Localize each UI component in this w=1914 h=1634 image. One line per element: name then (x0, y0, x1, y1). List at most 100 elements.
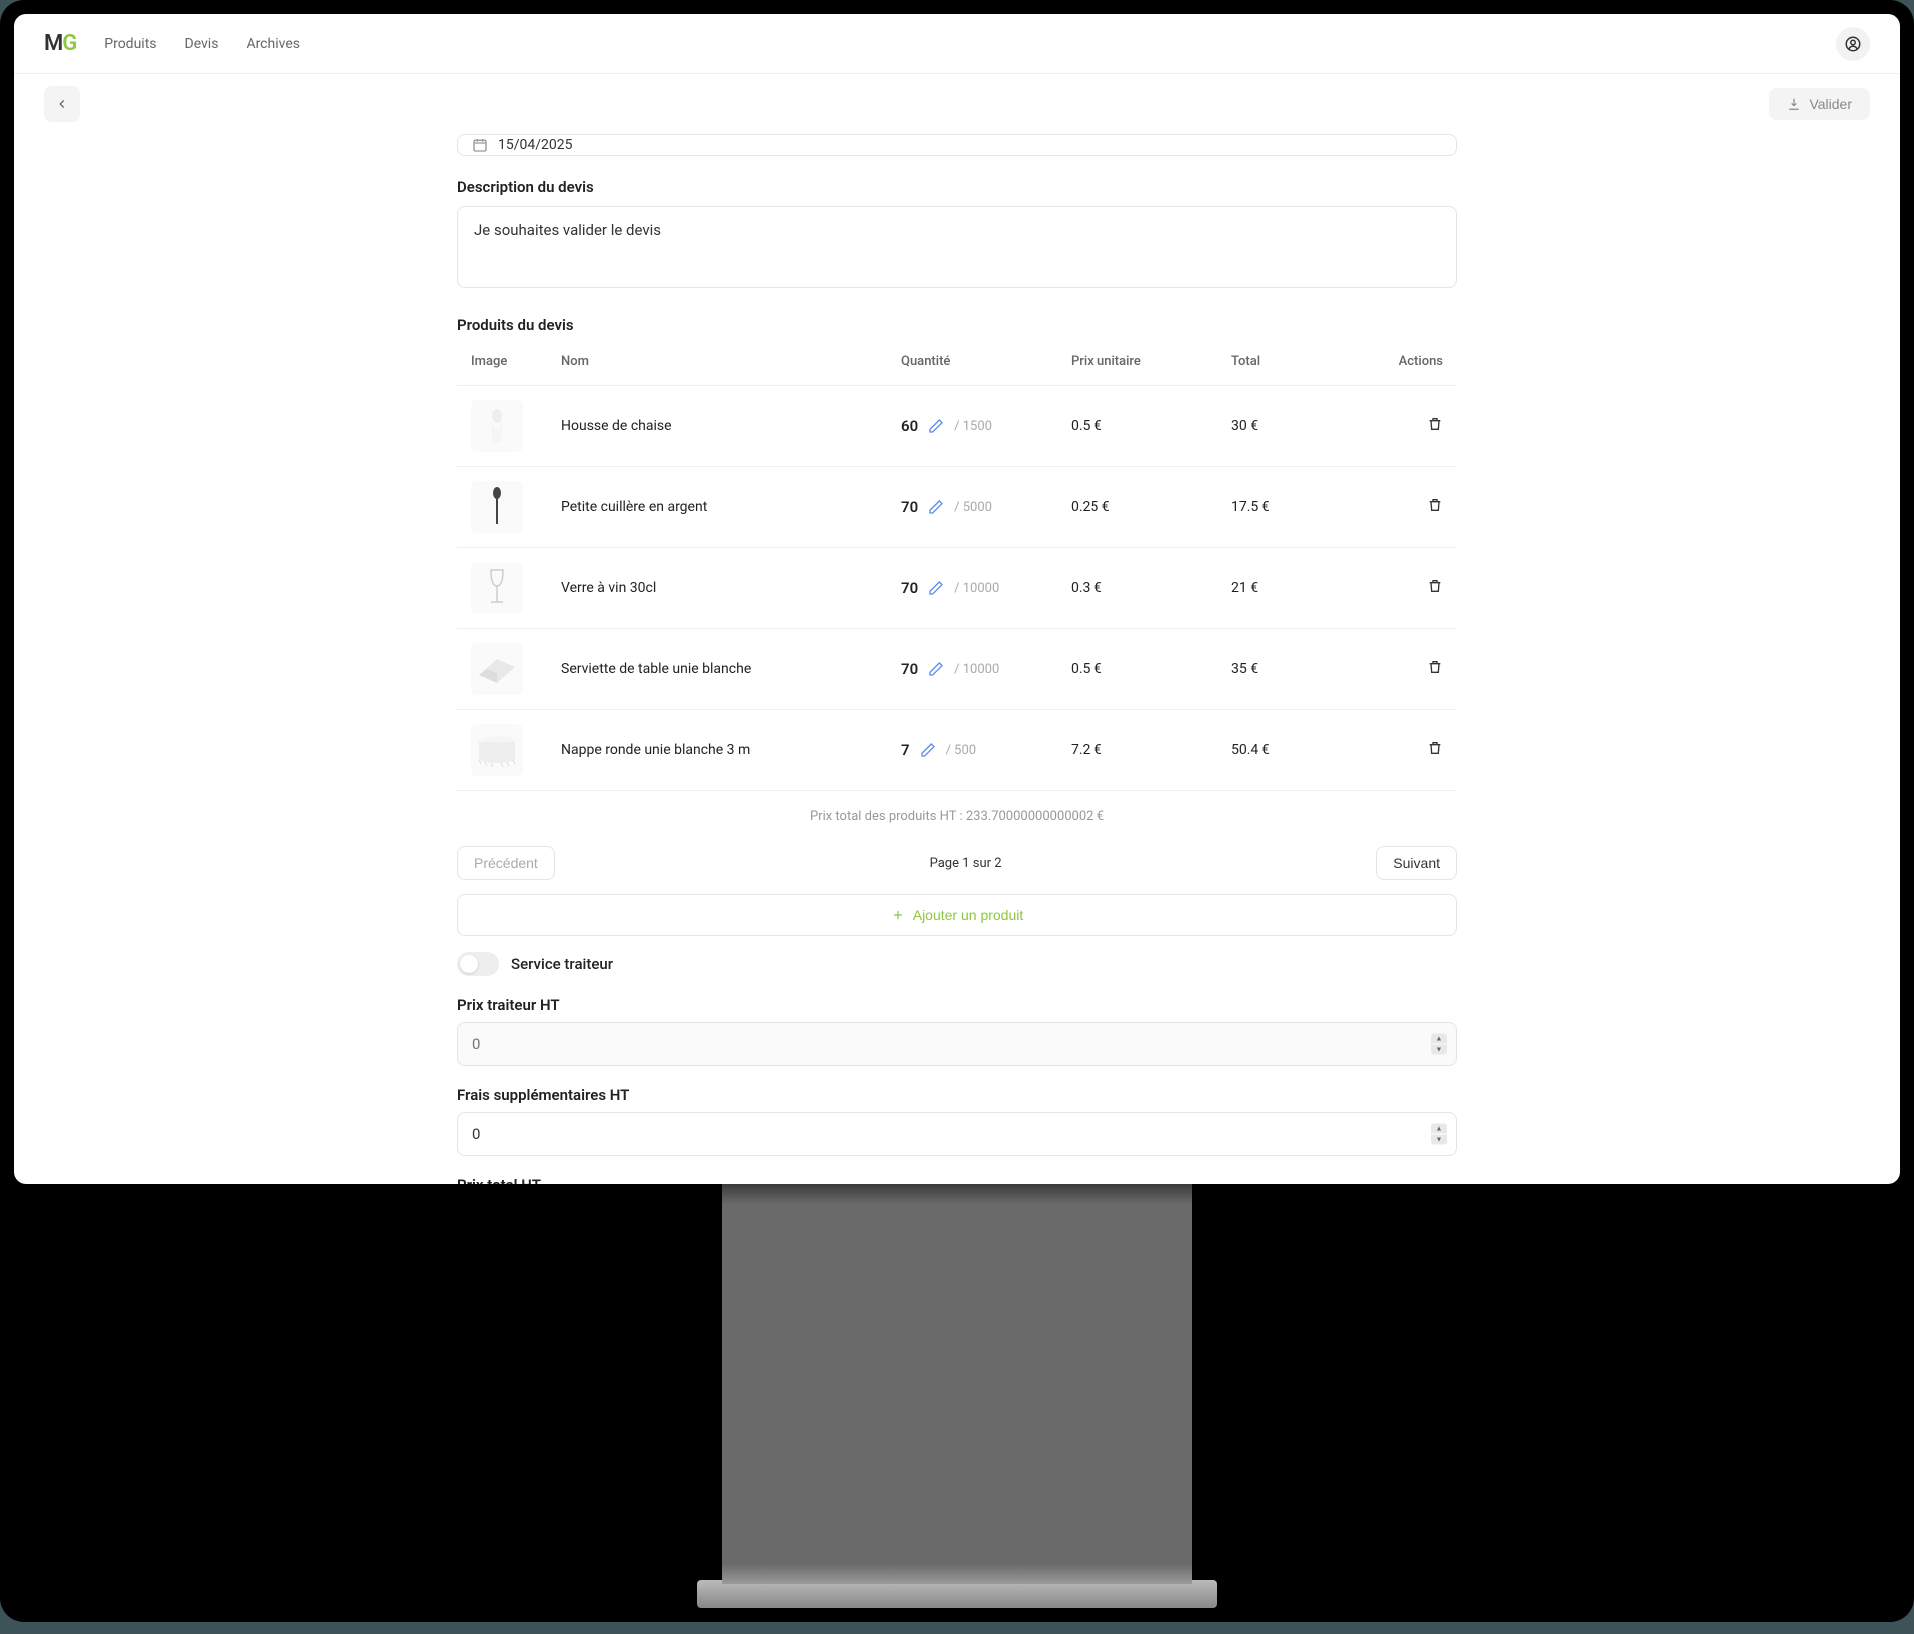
product-stock: / 500 (946, 743, 977, 758)
traiteur-price-wrap: ▲ ▼ (457, 1022, 1457, 1066)
product-name: Nappe ronde unie blanche 3 m (547, 710, 887, 791)
trash-icon (1427, 740, 1443, 756)
topbar: MG Produits Devis Archives (14, 14, 1900, 74)
nav-archives[interactable]: Archives (246, 36, 300, 52)
product-name: Verre à vin 30cl (547, 548, 887, 629)
traiteur-price-input[interactable] (457, 1022, 1457, 1066)
product-total: 17.5 € (1217, 467, 1377, 548)
col-nom: Nom (547, 338, 887, 386)
delete-button[interactable] (1427, 740, 1443, 759)
date-value: 15/04/2025 (498, 137, 573, 153)
frais-stepper: ▲ ▼ (1431, 1124, 1447, 1145)
pencil-icon[interactable] (928, 418, 944, 434)
product-thumb (471, 400, 523, 452)
next-page-button[interactable]: Suivant (1376, 846, 1457, 880)
col-image: Image (457, 338, 547, 386)
download-icon (1787, 97, 1801, 111)
pagination: Précédent Page 1 sur 2 Suivant (457, 846, 1457, 880)
product-qty: 60 (901, 417, 918, 435)
delete-button[interactable] (1427, 659, 1443, 678)
product-name: Petite cuillère en argent (547, 467, 887, 548)
description-textarea[interactable] (457, 206, 1457, 288)
logo-g: G (62, 31, 76, 56)
calendar-icon (472, 137, 488, 153)
topbar-left: MG Produits Devis Archives (44, 31, 300, 56)
delete-button[interactable] (1427, 416, 1443, 435)
products-total-line: Prix total des produits HT : 233.7000000… (457, 791, 1457, 842)
col-prix: Prix unitaire (1057, 338, 1217, 386)
product-name: Housse de chaise (547, 386, 887, 467)
traiteur-stepper: ▲ ▼ (1431, 1034, 1447, 1055)
back-button[interactable] (44, 86, 80, 122)
user-circle-icon (1844, 35, 1862, 53)
product-qty: 70 (901, 579, 918, 597)
product-name: Serviette de table unie blanche (547, 629, 887, 710)
product-thumb (471, 562, 523, 614)
product-unit-price: 0.25 € (1057, 467, 1217, 548)
trash-icon (1427, 659, 1443, 675)
products-tbody: Housse de chaise 60 / 1500 0.5 € 30 € Pe… (457, 386, 1457, 791)
total-ht-label: Prix total HT (457, 1176, 1457, 1184)
page-info: Page 1 sur 2 (930, 856, 1002, 871)
trash-icon (1427, 578, 1443, 594)
pencil-icon[interactable] (928, 580, 944, 596)
plus-icon (891, 908, 905, 922)
pencil-icon[interactable] (920, 742, 936, 758)
logo-m: M (44, 31, 62, 56)
frais-step-up[interactable]: ▲ (1431, 1124, 1447, 1134)
traiteur-toggle-label: Service traiteur (511, 955, 613, 973)
col-quantite: Quantité (887, 338, 1057, 386)
product-total: 21 € (1217, 548, 1377, 629)
product-stock: / 10000 (954, 662, 999, 677)
traiteur-step-up[interactable]: ▲ (1431, 1034, 1447, 1044)
monitor-base (697, 1580, 1217, 1608)
monitor-stand (722, 1184, 1192, 1584)
date-field[interactable]: 15/04/2025 (457, 134, 1457, 156)
product-stock: / 5000 (954, 500, 992, 515)
add-product-label: Ajouter un produit (913, 907, 1024, 923)
subheader: Valider (14, 74, 1900, 134)
product-total: 30 € (1217, 386, 1377, 467)
screen: MG Produits Devis Archives Valider (14, 14, 1900, 1184)
delete-button[interactable] (1427, 497, 1443, 516)
nav-produits[interactable]: Produits (104, 36, 156, 52)
product-thumb (471, 481, 523, 533)
products-table: Image Nom Quantité Prix unitaire Total A… (457, 338, 1457, 791)
product-unit-price: 0.3 € (1057, 548, 1217, 629)
products-section-title: Produits du devis (457, 316, 1457, 334)
frais-input[interactable] (457, 1112, 1457, 1156)
traiteur-toggle[interactable] (457, 952, 499, 976)
valider-button[interactable]: Valider (1769, 88, 1870, 120)
pencil-icon[interactable] (928, 661, 944, 677)
product-unit-price: 0.5 € (1057, 386, 1217, 467)
description-label: Description du devis (457, 178, 1457, 196)
traiteur-toggle-row: Service traiteur (457, 952, 1457, 976)
product-stock: / 10000 (954, 581, 999, 596)
traiteur-step-down[interactable]: ▼ (1431, 1045, 1447, 1055)
product-qty: 70 (901, 498, 918, 516)
prev-page-button[interactable]: Précédent (457, 846, 555, 880)
frais-step-down[interactable]: ▼ (1431, 1135, 1447, 1145)
product-stock: / 1500 (954, 419, 992, 434)
product-total: 35 € (1217, 629, 1377, 710)
add-product-button[interactable]: Ajouter un produit (457, 894, 1457, 936)
col-actions: Actions (1377, 338, 1457, 386)
col-total: Total (1217, 338, 1377, 386)
delete-button[interactable] (1427, 578, 1443, 597)
trash-icon (1427, 416, 1443, 432)
product-thumb (471, 643, 523, 695)
valider-label: Valider (1809, 96, 1852, 112)
table-row: Serviette de table unie blanche 70 / 100… (457, 629, 1457, 710)
monitor-frame: MG Produits Devis Archives Valider (0, 0, 1914, 1622)
pencil-icon[interactable] (928, 499, 944, 515)
trash-icon (1427, 497, 1443, 513)
nav-devis[interactable]: Devis (185, 36, 219, 52)
table-row: Housse de chaise 60 / 1500 0.5 € 30 € (457, 386, 1457, 467)
product-unit-price: 0.5 € (1057, 629, 1217, 710)
table-row: Nappe ronde unie blanche 3 m 7 / 500 7.2… (457, 710, 1457, 791)
product-total: 50.4 € (1217, 710, 1377, 791)
product-qty: 7 (901, 741, 910, 759)
user-menu-button[interactable] (1836, 27, 1870, 61)
product-qty: 70 (901, 660, 918, 678)
frais-wrap: ▲ ▼ (457, 1112, 1457, 1156)
